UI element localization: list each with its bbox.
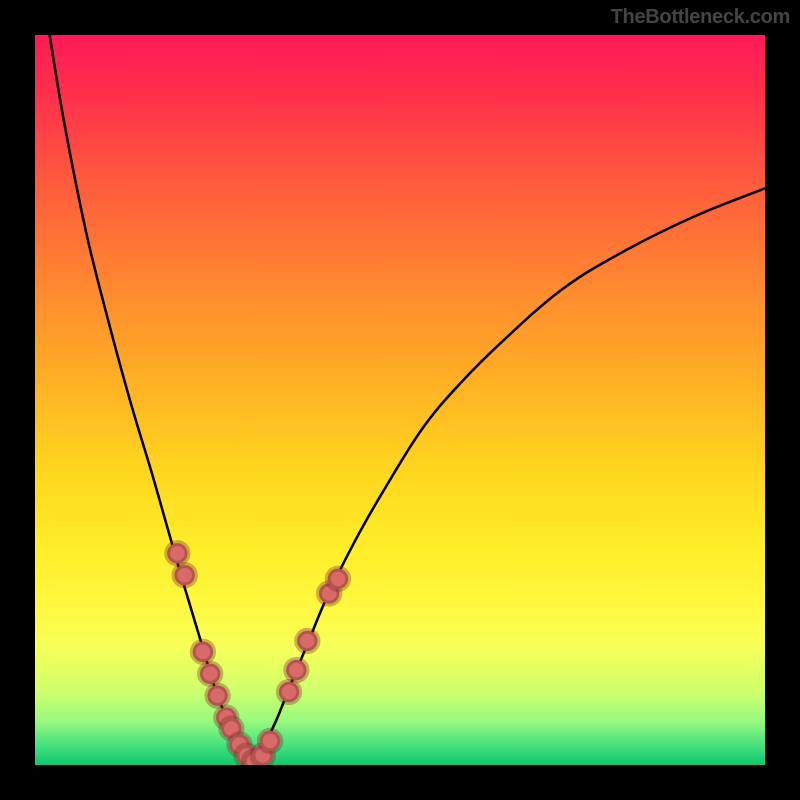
curve-left-branch — [50, 35, 254, 765]
marker-dot — [328, 569, 348, 589]
marker-dot — [200, 664, 220, 684]
marker-dot — [193, 642, 213, 662]
marker-dot — [167, 543, 187, 563]
marker-dot — [297, 631, 317, 651]
marker-dots-group — [167, 543, 348, 765]
watermark-text: TheBottleneck.com — [611, 6, 790, 29]
chart-frame: TheBottleneck.com — [0, 0, 800, 800]
marker-dot — [207, 685, 227, 705]
marker-dot — [279, 682, 299, 702]
marker-dot — [260, 731, 280, 751]
curve-right-branch — [254, 188, 765, 765]
marker-dot — [174, 565, 194, 585]
chart-svg — [35, 35, 765, 765]
marker-dot — [286, 660, 306, 680]
